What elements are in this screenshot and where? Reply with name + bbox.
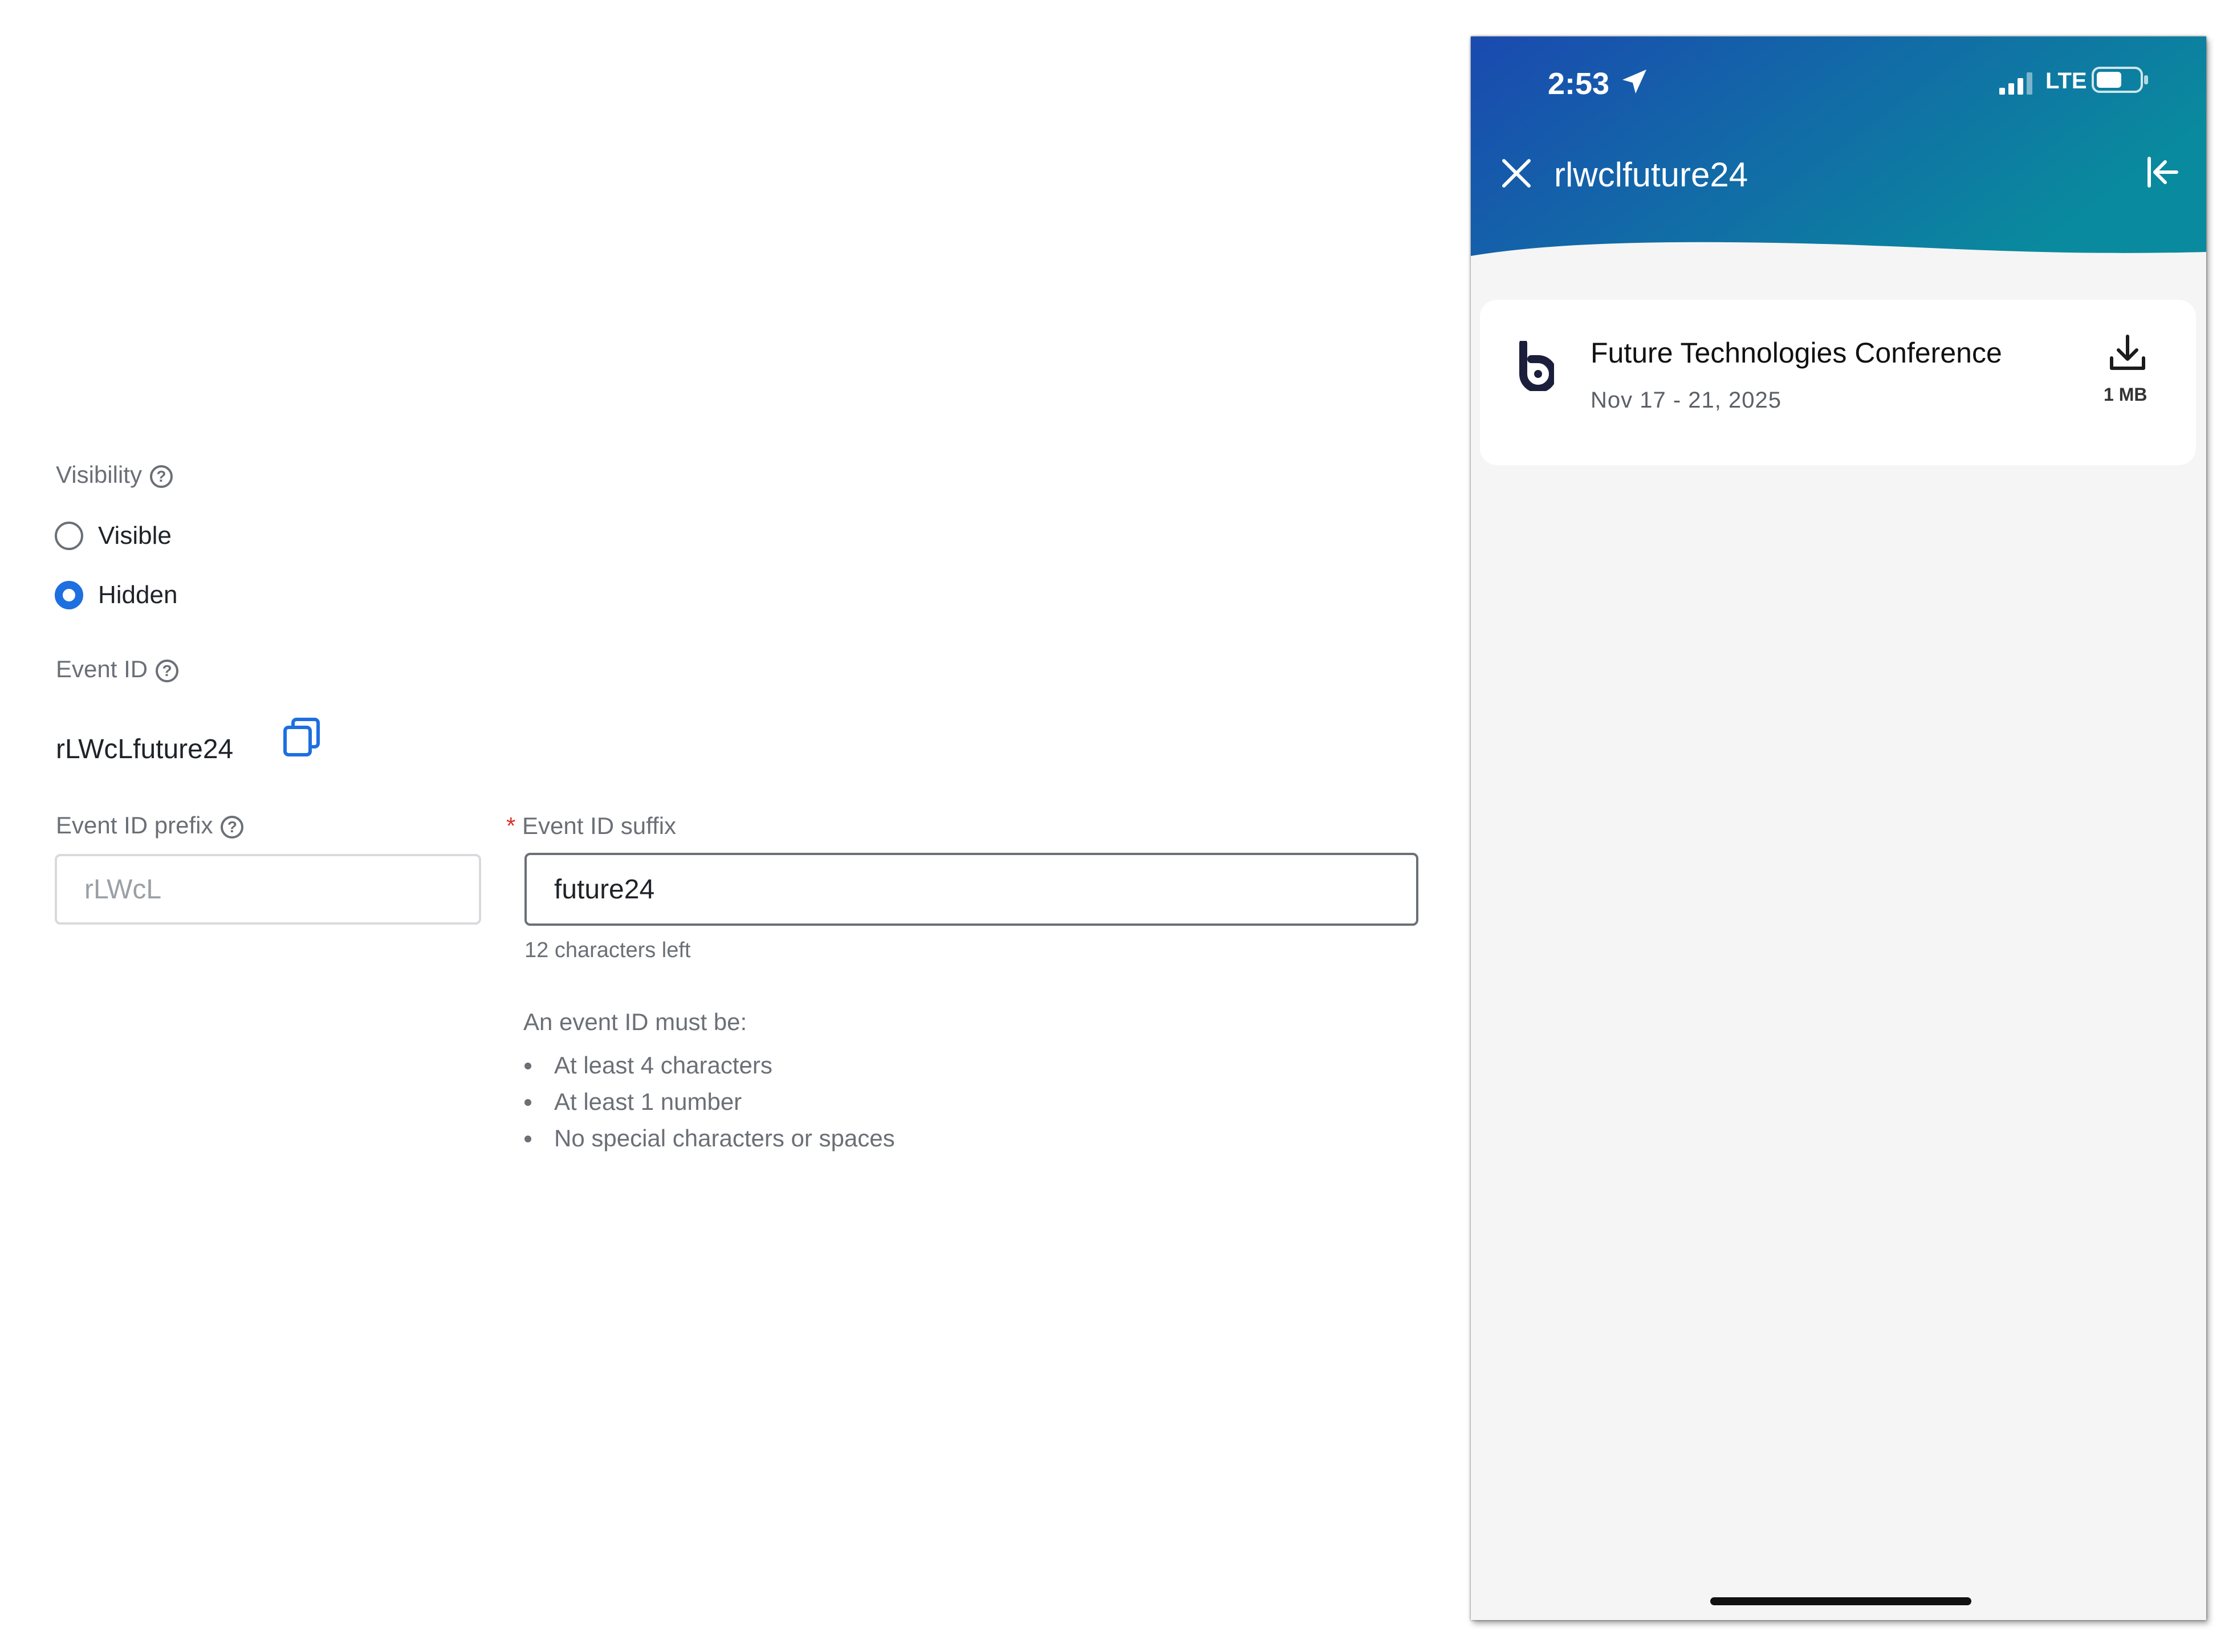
- event-id-value: rLWcLfuture24: [56, 734, 234, 764]
- characters-left-hint: 12 characters left: [524, 938, 691, 962]
- search-query: rlwclfuture24: [1554, 156, 1748, 194]
- network-type: LTE: [2045, 68, 2087, 93]
- location-arrow-icon: [1622, 70, 1646, 93]
- rules-title: An event ID must be:: [523, 1008, 747, 1035]
- radio-label-visible: Visible: [98, 522, 172, 550]
- close-icon[interactable]: [1500, 157, 1532, 189]
- event-id-prefix-input: rLWcL: [55, 854, 481, 925]
- rule-item: At least 1 number: [524, 1084, 895, 1120]
- signal-icon: [1999, 72, 2032, 95]
- event-result-card[interactable]: Future Technologies Conference Nov 17 - …: [1480, 300, 2196, 465]
- copy-icon[interactable]: [283, 717, 320, 757]
- visibility-label: Visibility?: [56, 463, 173, 488]
- radio-label-hidden: Hidden: [98, 581, 178, 609]
- help-icon[interactable]: ?: [221, 815, 244, 839]
- help-icon[interactable]: ?: [149, 465, 173, 488]
- radio-button-checked[interactable]: [55, 581, 83, 609]
- event-id-label: Event ID?: [56, 657, 179, 682]
- radio-hidden[interactable]: Hidden: [55, 581, 177, 609]
- event-title: Future Technologies Conference: [1591, 337, 2002, 369]
- event-id-suffix-input[interactable]: future24: [524, 853, 1418, 926]
- help-icon[interactable]: ?: [156, 659, 179, 682]
- phone-screen: 2:53 LTE rlwclfuture24 Future Technologi…: [1471, 36, 2206, 1620]
- radio-button-unchecked[interactable]: [55, 522, 83, 550]
- event-id-suffix-label: * Event ID suffix: [506, 812, 677, 839]
- app-logo-icon: [1519, 341, 1554, 391]
- home-indicator: [1710, 1597, 1971, 1605]
- rule-item: No special characters or spaces: [524, 1120, 895, 1157]
- collapse-to-start-icon[interactable]: [2146, 156, 2180, 188]
- download-icon[interactable]: [2107, 333, 2148, 374]
- download-size: 1 MB: [2104, 384, 2147, 405]
- rule-item: At least 4 characters: [524, 1047, 895, 1084]
- battery-icon: [2092, 67, 2148, 93]
- radio-visible[interactable]: Visible: [55, 522, 172, 550]
- status-time: 2:53: [1548, 67, 1610, 101]
- event-id-prefix-label: Event ID prefix?: [56, 813, 244, 839]
- event-dates: Nov 17 - 21, 2025: [1591, 388, 1782, 413]
- rules-list: At least 4 characters At least 1 number …: [524, 1047, 895, 1157]
- required-mark: *: [506, 812, 516, 839]
